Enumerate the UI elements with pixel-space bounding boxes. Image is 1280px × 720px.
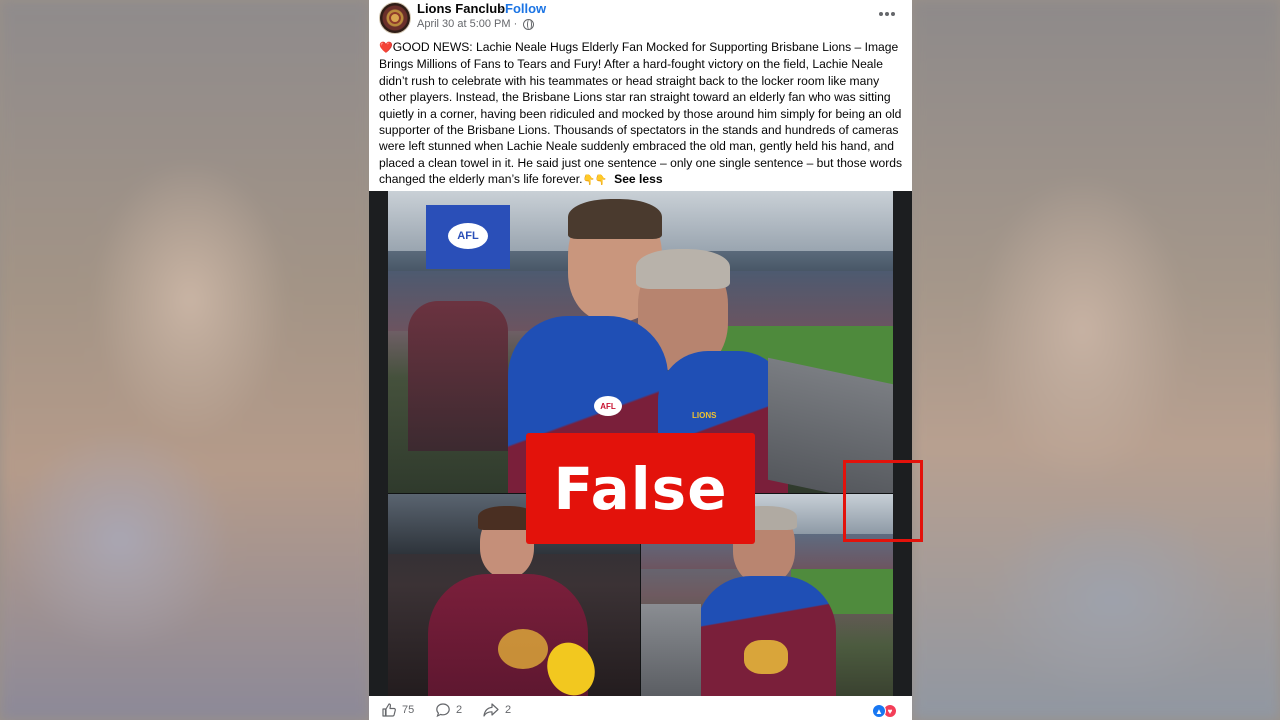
thumbs-up-icon bbox=[382, 703, 396, 717]
player-hair bbox=[568, 199, 662, 239]
backdrop-right bbox=[912, 0, 1280, 720]
comment-bubble-icon bbox=[436, 703, 450, 718]
like-reaction-icon: ▲ bbox=[872, 704, 886, 718]
fan-hair bbox=[636, 249, 730, 289]
post-footer: 75 2 2 ▲ ♥ bbox=[369, 700, 912, 720]
comment-count: 2 bbox=[456, 704, 463, 716]
post-date[interactable]: April 30 at 5:00 PM · bbox=[417, 18, 517, 30]
more-options-icon[interactable] bbox=[875, 6, 899, 22]
share-count: 2 bbox=[505, 704, 512, 716]
page-name[interactable]: Lions Fanclub bbox=[417, 1, 505, 16]
media-letterbox-left bbox=[369, 191, 388, 696]
spectators-left bbox=[408, 301, 508, 451]
backdrop-left bbox=[0, 0, 370, 720]
pointing-down-icon: 👇👇 bbox=[582, 175, 608, 187]
follow-link[interactable]: Follow bbox=[505, 1, 546, 16]
share-button[interactable]: 2 bbox=[482, 702, 511, 718]
stadium-railing bbox=[641, 604, 701, 696]
like-count: 75 bbox=[402, 704, 415, 716]
page-avatar[interactable] bbox=[379, 2, 411, 34]
heart-icon: ❤️ bbox=[379, 42, 393, 54]
false-verdict-stamp: False bbox=[526, 433, 755, 544]
reaction-summary[interactable]: ▲ ♥ bbox=[872, 704, 902, 718]
jersey-lion-emblem bbox=[744, 640, 788, 674]
media-letterbox-right bbox=[893, 191, 912, 696]
fan-jersey-2 bbox=[696, 576, 836, 696]
jersey-afl-badge: AFL bbox=[594, 396, 622, 416]
afl-screen: AFL bbox=[426, 205, 510, 269]
globe-icon bbox=[523, 19, 534, 30]
post-body: GOOD NEWS: Lachie Neale Hugs Elderly Fan… bbox=[379, 40, 903, 187]
highlight-box bbox=[843, 460, 923, 542]
like-button[interactable]: 75 bbox=[381, 702, 414, 718]
name-separator: · bbox=[499, 1, 504, 16]
afl-sign: AFL bbox=[448, 223, 488, 249]
jersey-lions-text: LIONS bbox=[692, 411, 717, 420]
facebook-post: Lions Fanclub · Follow April 30 at 5:00 … bbox=[369, 0, 912, 720]
hoodie-lion-emblem bbox=[498, 629, 548, 669]
post-header: Lions Fanclub · Follow April 30 at 5:00 … bbox=[369, 0, 912, 40]
share-arrow-icon bbox=[483, 703, 499, 717]
see-less-link[interactable]: See less bbox=[614, 172, 662, 186]
post-text: ❤️GOOD NEWS: Lachie Neale Hugs Elderly F… bbox=[379, 39, 905, 190]
comment-button[interactable]: 2 bbox=[435, 702, 462, 718]
